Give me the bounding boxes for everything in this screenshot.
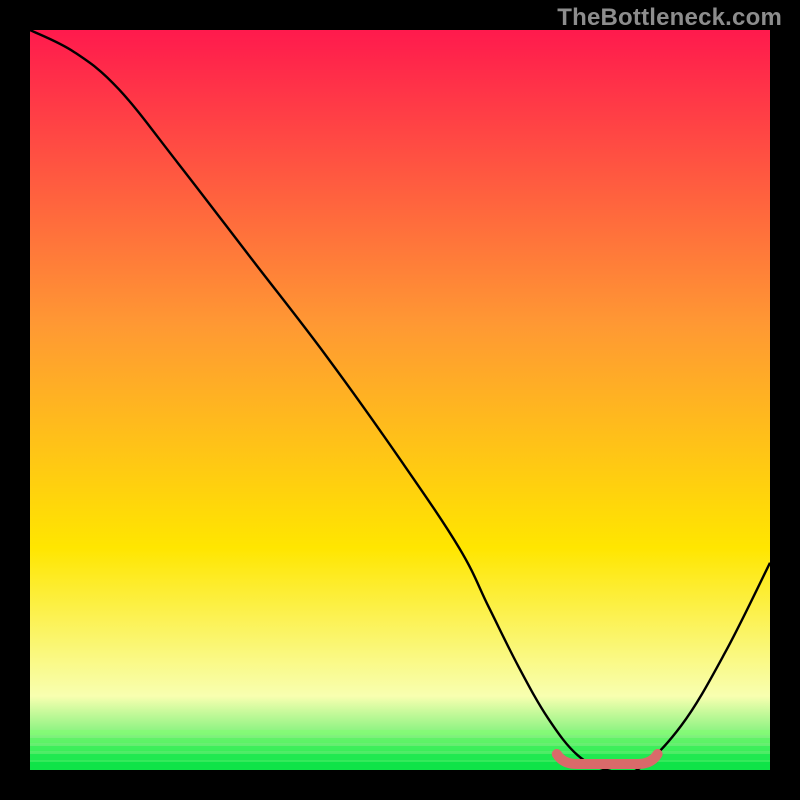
gradient-background: [30, 30, 770, 770]
watermark-text: TheBottleneck.com: [557, 4, 782, 32]
plot-svg: [30, 30, 770, 770]
chart-frame: TheBottleneck.com: [0, 0, 800, 800]
plot-area: [30, 30, 770, 770]
